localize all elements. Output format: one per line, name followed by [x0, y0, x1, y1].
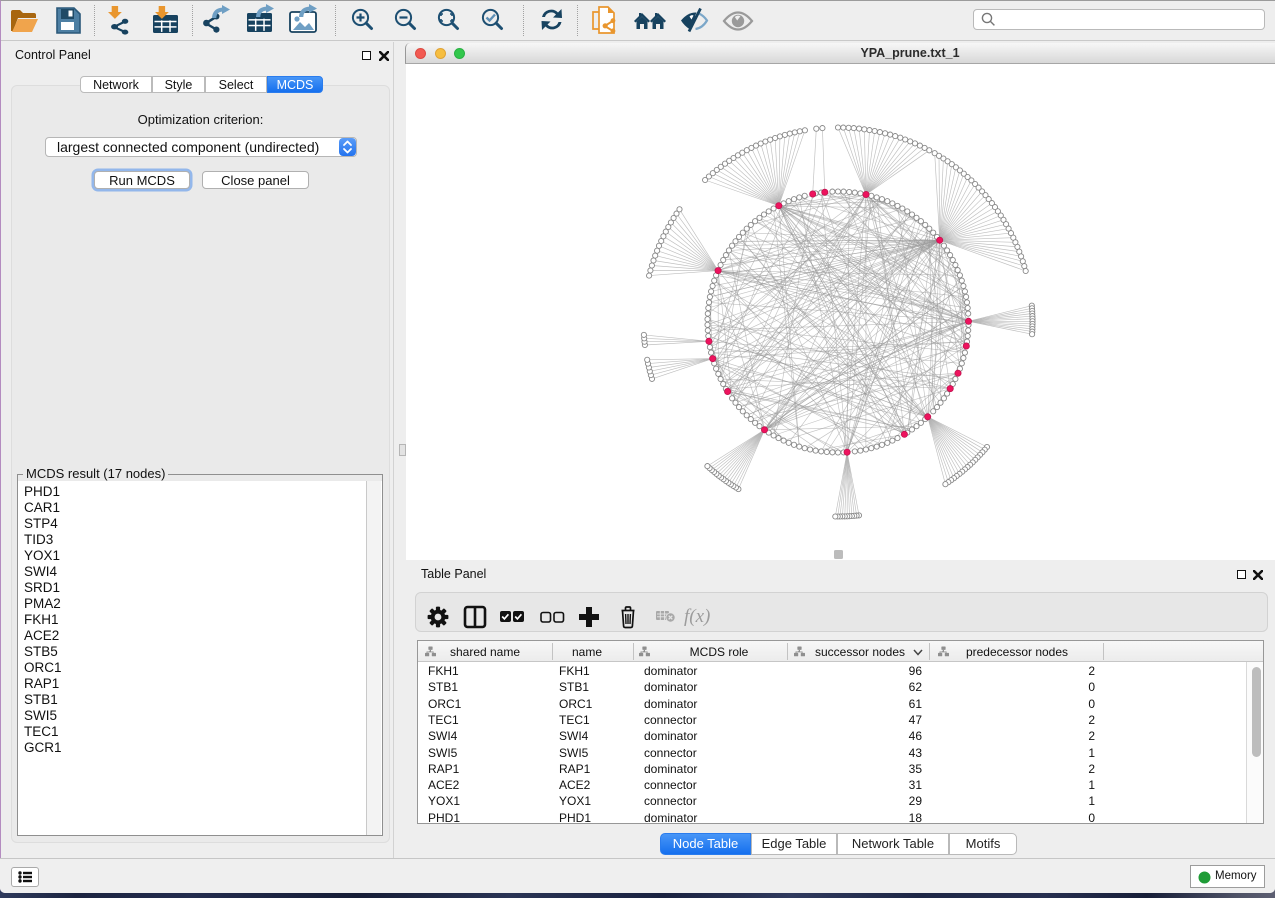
- svg-text:f(x): f(x): [684, 606, 710, 627]
